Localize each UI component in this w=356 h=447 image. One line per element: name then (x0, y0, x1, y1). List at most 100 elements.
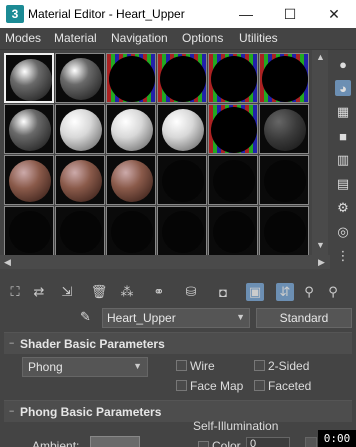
make-unique-icon[interactable]: ⚭ (150, 283, 168, 301)
put-to-scene-icon[interactable]: ⇄ (30, 283, 48, 301)
ambient-color-swatch[interactable] (90, 436, 140, 447)
horizontal-scrollbar[interactable]: ◀ ▶ (0, 255, 330, 269)
menu-utilities[interactable]: Utilities (239, 31, 278, 45)
material-id-channel-icon[interactable]: ◘ (214, 283, 232, 301)
menu-options[interactable]: Options (182, 31, 223, 45)
material-sample-slot[interactable] (106, 155, 156, 205)
make-preview-icon[interactable]: ▤ (335, 176, 351, 192)
material-sample-slot[interactable] (157, 206, 207, 256)
self-illumination-label: Self-Illumination (193, 419, 279, 433)
title-bar: 3 Material Editor - Heart_Upper — ☐ ✕ (0, 0, 356, 28)
timer: 0:00 (318, 430, 356, 447)
options-icon[interactable]: ⚙ (335, 200, 351, 216)
material-sample-slot[interactable] (4, 53, 54, 103)
material-sample-slot[interactable] (4, 155, 54, 205)
put-to-library-icon[interactable]: ⛁ (182, 283, 200, 301)
backlight-icon[interactable]: ◕ (335, 80, 351, 96)
material-preview-sphere (9, 160, 51, 202)
two-sided-label: 2-Sided (268, 359, 310, 373)
background-checker-icon[interactable]: ▦ (335, 104, 351, 120)
copy-material-icon[interactable]: ⁂ (118, 283, 136, 301)
assign-to-selection-icon[interactable]: ⇲ (58, 283, 76, 301)
get-material-icon[interactable]: ⛶ (6, 283, 24, 301)
go-forward-to-sibling-icon[interactable]: ⚲ (324, 283, 342, 301)
material-sample-slot[interactable] (4, 206, 54, 256)
close-button[interactable]: ✕ (312, 0, 356, 28)
material-sample-slot[interactable] (106, 104, 156, 154)
material-sample-slot[interactable] (259, 155, 309, 205)
ambient-label: Ambient: (32, 439, 80, 447)
material-sample-slot[interactable] (208, 104, 258, 154)
self-illum-amount-spinner[interactable]: 0 (246, 437, 290, 447)
go-to-parent-icon[interactable]: ⚲ (300, 283, 318, 301)
faceted-label: Faceted (268, 379, 312, 393)
menu-material[interactable]: Material (54, 31, 97, 45)
material-preview-sphere (60, 211, 102, 253)
select-by-material-icon[interactable]: ◎ (335, 224, 351, 240)
material-sample-slot[interactable] (55, 206, 105, 256)
scroll-right-arrow-icon[interactable]: ▶ (318, 257, 325, 268)
material-sample-slot[interactable] (259, 104, 309, 154)
shader-type-select[interactable]: Phong ▼ (22, 357, 148, 377)
material-sample-slot[interactable] (259, 206, 309, 256)
material-preview-sphere (111, 109, 153, 151)
self-illum-color-checkbox[interactable] (198, 441, 209, 447)
material-sample-slot[interactable] (208, 155, 258, 205)
scroll-up-arrow-icon[interactable]: ▲ (316, 52, 325, 62)
material-name-row: ✎ Heart_Upper ▼ Standard (0, 306, 356, 330)
material-sample-slot[interactable] (4, 104, 54, 154)
self-illum-color-label: Color (212, 439, 241, 447)
sample-uv-tiling-icon[interactable]: ■ (335, 128, 351, 144)
material-sample-slot[interactable] (106, 53, 156, 103)
video-color-check-icon[interactable]: ▥ (335, 152, 351, 168)
shader-basic-parameters-header[interactable]: − Shader Basic Parameters (4, 332, 352, 354)
face-map-checkbox[interactable] (176, 380, 187, 391)
material-map-navigator-icon[interactable]: ⋮ (335, 248, 351, 264)
material-sample-slot[interactable] (208, 53, 258, 103)
material-preview-sphere (60, 160, 102, 202)
pick-material-eyedropper-icon[interactable]: ✎ (80, 309, 96, 325)
menu-navigation[interactable]: Navigation (111, 31, 168, 45)
material-sample-slot[interactable] (55, 53, 105, 103)
sample-type-sphere-icon[interactable]: ● (335, 56, 351, 72)
maximize-button[interactable]: ☐ (268, 0, 312, 28)
material-sample-slot[interactable] (106, 206, 156, 256)
material-preview-sphere (162, 211, 204, 253)
show-end-result-icon[interactable]: ⇵ (276, 283, 294, 301)
shader-type-value: Phong (28, 360, 63, 374)
material-sample-slot[interactable] (55, 104, 105, 154)
shader-rollout-title: Shader Basic Parameters (20, 337, 165, 351)
face-map-label: Face Map (190, 379, 244, 393)
vertical-scrollbar[interactable]: ▲ ▼ (312, 50, 328, 255)
menu-bar: Modes Material Navigation Options Utilit… (0, 28, 356, 50)
material-sample-slot[interactable] (259, 53, 309, 103)
material-preview-sphere (60, 58, 102, 100)
scroll-left-arrow-icon[interactable]: ◀ (4, 257, 11, 268)
rollout-area: − Shader Basic Parameters Phong ▼ Wire 2… (0, 330, 356, 447)
self-illum-map-button[interactable] (305, 437, 317, 447)
show-shaded-material-icon[interactable]: ▣ (246, 283, 264, 301)
wire-checkbox[interactable] (176, 360, 187, 371)
two-sided-checkbox[interactable] (254, 360, 265, 371)
material-preview-sphere (264, 211, 306, 253)
window-title: Material Editor - Heart_Upper (28, 7, 185, 21)
material-sample-slot[interactable] (157, 155, 207, 205)
phong-basic-parameters-header[interactable]: − Phong Basic Parameters (4, 400, 352, 422)
collapse-minus-icon: − (9, 338, 15, 348)
empty-slot-sphere (160, 56, 206, 102)
scroll-down-arrow-icon[interactable]: ▼ (316, 240, 325, 250)
minimize-button[interactable]: — (224, 0, 268, 28)
empty-slot-sphere (262, 56, 308, 102)
material-sample-slot[interactable] (157, 53, 207, 103)
material-sample-slot[interactable] (157, 104, 207, 154)
material-name-value: Heart_Upper (107, 311, 176, 325)
material-sample-slot[interactable] (55, 155, 105, 205)
material-name-field[interactable]: Heart_Upper ▼ (102, 308, 250, 328)
menu-modes[interactable]: Modes (5, 31, 41, 45)
material-type-button[interactable]: Standard (256, 308, 352, 328)
material-preview-sphere (162, 109, 204, 151)
material-sample-slot[interactable] (208, 206, 258, 256)
faceted-checkbox[interactable] (254, 380, 265, 391)
reset-map-icon[interactable]: 🗑 (90, 283, 108, 301)
phong-rollout-title: Phong Basic Parameters (20, 405, 162, 419)
